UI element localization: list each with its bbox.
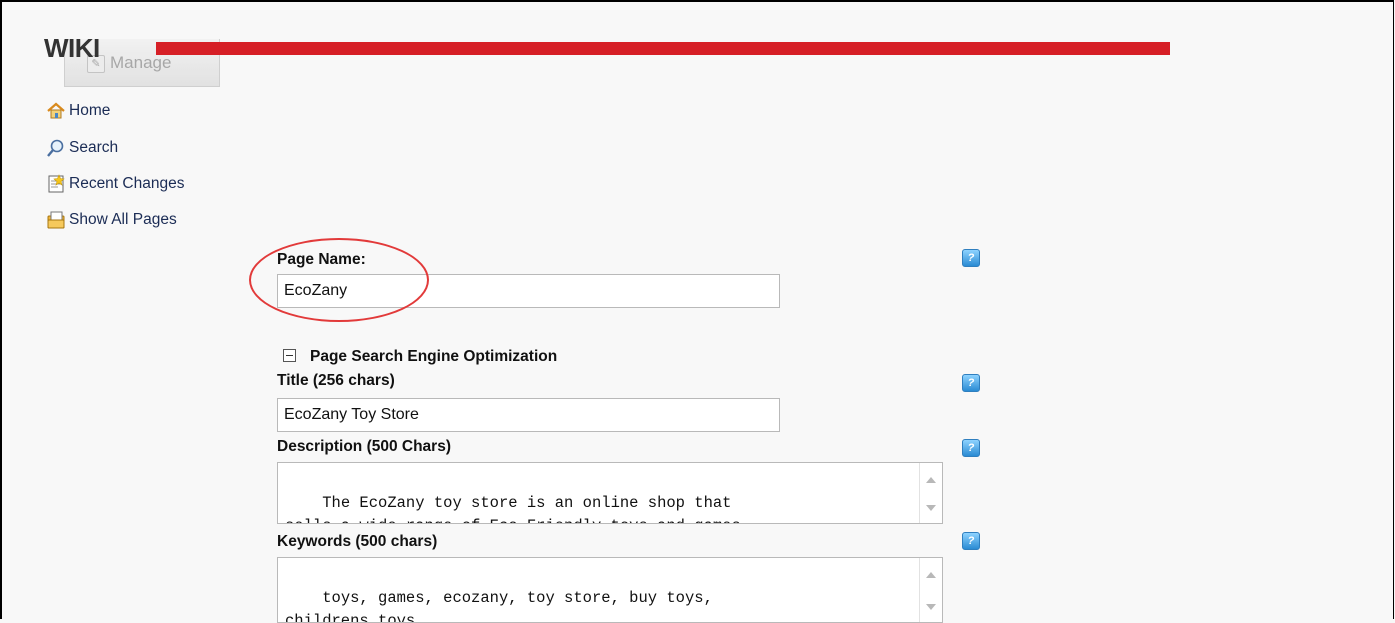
keywords-text: toys, games, ecozany, toy store, buy toy… — [285, 589, 713, 623]
header-accent-bar — [156, 42, 1170, 55]
textarea-scrollbar[interactable] — [919, 558, 942, 622]
recent-changes-icon — [48, 174, 65, 193]
page-frame: ✎ Manage WIKI Home Search Recent Changes — [0, 0, 1394, 623]
collapse-toggle-icon[interactable] — [283, 349, 296, 362]
pages-icon — [47, 211, 65, 229]
textarea-scrollbar[interactable] — [919, 463, 942, 523]
nav-item-label: Search — [69, 139, 119, 156]
nav-item-label: Recent Changes — [69, 175, 185, 192]
scroll-up-arrow-icon[interactable] — [926, 477, 936, 483]
wiki-title: WIKI — [44, 33, 100, 63]
scroll-up-arrow-icon[interactable] — [926, 572, 936, 578]
help-icon[interactable]: ? — [962, 532, 980, 550]
keywords-textarea[interactable]: toys, games, ecozany, toy store, buy toy… — [277, 557, 943, 623]
keywords-label: Keywords (500 chars) — [277, 533, 438, 550]
description-text: The EcoZany toy store is an online shop … — [285, 494, 750, 523]
help-icon[interactable]: ? — [962, 439, 980, 457]
highlight-circle-annotation — [249, 238, 429, 322]
scroll-down-arrow-icon[interactable] — [926, 505, 936, 511]
title-label: Title (256 chars) — [277, 372, 395, 389]
title-input[interactable]: EcoZany Toy Store — [277, 398, 780, 432]
help-icon[interactable]: ? — [962, 374, 980, 392]
nav-item-home[interactable]: Home — [46, 100, 110, 122]
nav-item-show-all-pages[interactable]: Show All Pages — [46, 209, 177, 231]
nav-item-label: Home — [69, 102, 111, 119]
home-icon — [47, 102, 65, 119]
nav-item-label: Show All Pages — [69, 211, 177, 228]
nav-item-search[interactable]: Search — [46, 137, 118, 159]
magnifier-icon — [47, 139, 64, 157]
help-icon[interactable]: ? — [962, 249, 980, 267]
scroll-down-arrow-icon[interactable] — [926, 604, 936, 610]
description-textarea[interactable]: The EcoZany toy store is an online shop … — [277, 462, 943, 524]
description-label: Description (500 Chars) — [277, 438, 451, 455]
nav-item-recent-changes[interactable]: Recent Changes — [46, 173, 184, 195]
seo-section-label: Page Search Engine Optimization — [310, 348, 558, 365]
manage-label: Manage — [110, 53, 172, 72]
